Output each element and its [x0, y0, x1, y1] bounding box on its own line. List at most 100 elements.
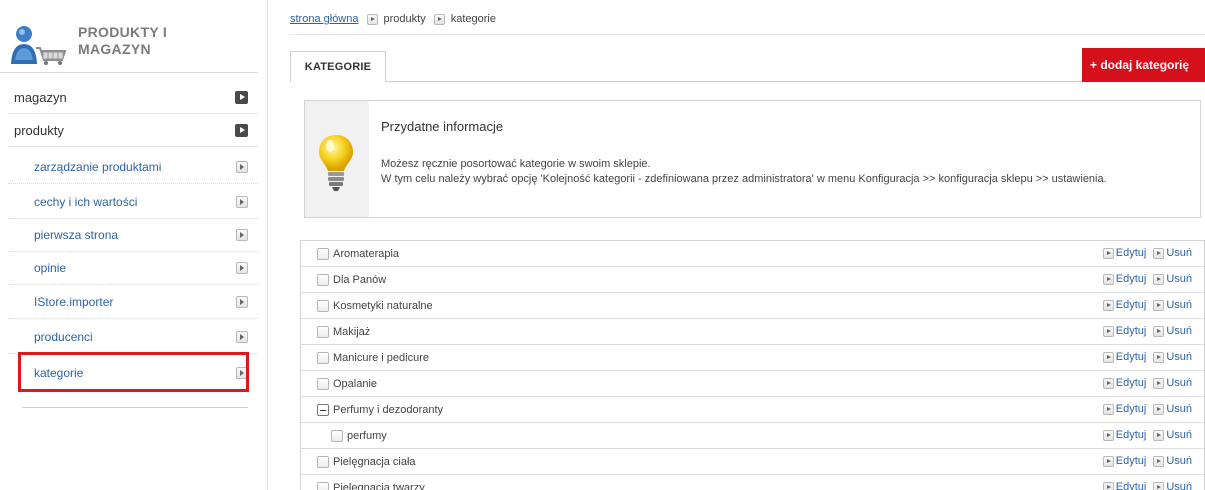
expand-checkbox[interactable]	[317, 351, 329, 364]
sidebar-item-magazyn[interactable]: magazyn	[8, 81, 258, 114]
play-light-icon	[1153, 247, 1165, 259]
play-light-icon	[1102, 299, 1114, 311]
info-line2: W tym celu należy wybrać opcję 'Kolejnoś…	[381, 173, 1107, 185]
sidebar: PRODUKTY I MAGAZYN magazyn produkty zarz…	[0, 0, 268, 490]
play-light-icon	[236, 196, 248, 208]
category-name: Kosmetyki naturalne	[333, 299, 433, 312]
play-light-icon	[1102, 455, 1114, 467]
delete-link[interactable]: Usuń	[1153, 273, 1192, 285]
delete-link[interactable]: Usuń	[1153, 403, 1192, 415]
play-light-icon	[1153, 429, 1165, 441]
delete-link[interactable]: Usuń	[1153, 351, 1192, 363]
expand-checkbox[interactable]	[317, 377, 329, 390]
delete-label: Usuń	[1166, 429, 1192, 441]
category-row: Manicure i pedicure Edytuj Usuń	[301, 345, 1204, 371]
play-light-icon	[1102, 325, 1114, 337]
category-name: Pielęgnacja ciała	[333, 455, 416, 468]
play-light-icon	[1153, 273, 1165, 285]
category-name: Perfumy i dezodoranty	[333, 403, 444, 416]
category-name: Pielęgnacja twarzy	[333, 481, 425, 490]
delete-link[interactable]: Usuń	[1153, 299, 1192, 311]
category-name: Opalanie	[333, 377, 378, 390]
sidebar-item-cechy[interactable]: cechy i ich wartości	[8, 186, 258, 219]
play-light-icon	[366, 13, 378, 25]
sidebar-item-label: zarządzanie produktami	[34, 160, 162, 174]
category-row: Aromaterapia Edytuj Usuń	[301, 241, 1204, 267]
play-light-icon	[236, 331, 248, 343]
sidebar-item-producenci[interactable]: producenci	[8, 321, 258, 354]
edit-link[interactable]: Edytuj	[1102, 325, 1146, 337]
delete-link[interactable]: Usuń	[1153, 325, 1192, 337]
edit-link[interactable]: Edytuj	[1102, 481, 1147, 490]
breadcrumb-home-link[interactable]: strona główna	[290, 13, 359, 25]
edit-label: Edytuj	[1115, 455, 1147, 467]
add-category-button[interactable]: + dodaj kategorię	[1082, 48, 1205, 82]
play-light-icon	[1102, 247, 1114, 259]
play-light-icon	[1102, 273, 1114, 285]
edit-link[interactable]: Edytuj	[1102, 455, 1147, 467]
edit-link[interactable]: Edytuj	[1102, 299, 1147, 311]
row-actions: Edytuj Usuń	[1096, 403, 1192, 415]
play-light-icon	[236, 229, 248, 241]
breadcrumb-level2: kategorie	[450, 13, 496, 25]
delete-label: Usuń	[1166, 455, 1192, 467]
row-actions: Edytuj Usuń	[1096, 273, 1192, 285]
row-actions: Edytuj Usuń	[1096, 351, 1192, 363]
sidebar-header: PRODUKTY I MAGAZYN	[0, 0, 258, 73]
play-light-icon	[236, 161, 248, 173]
delete-link[interactable]: Usuń	[1153, 429, 1192, 441]
sidebar-item-pierwsza-strona[interactable]: pierwsza strona	[8, 219, 258, 252]
expand-checkbox[interactable]	[317, 325, 329, 338]
play-light-icon	[1153, 377, 1165, 389]
breadcrumb: strona główna produkty kategorie	[290, 13, 496, 25]
delete-link[interactable]: Usuń	[1153, 377, 1192, 389]
category-name: Manicure i pedicure	[333, 351, 429, 364]
edit-link[interactable]: Edytuj	[1102, 377, 1147, 389]
delete-link[interactable]: Usuń	[1153, 481, 1192, 490]
sidebar-item-opinie[interactable]: opinie	[8, 252, 258, 285]
expand-checkbox[interactable]	[317, 299, 329, 312]
edit-label: Edytuj	[1115, 377, 1147, 389]
edit-label: Edytuj	[1115, 273, 1147, 285]
edit-label: Edytuj	[1115, 299, 1147, 311]
edit-link[interactable]: Edytuj	[1102, 429, 1146, 441]
category-row: Pielęgnacja ciała Edytuj Usuń	[301, 449, 1204, 475]
edit-link[interactable]: Edytuj	[1102, 351, 1146, 363]
tab-kategorie[interactable]: KATEGORIE	[290, 51, 386, 82]
sidebar-item-zarzadzanie-produktami[interactable]: zarządzanie produktami	[8, 151, 258, 184]
play-light-icon	[1153, 299, 1165, 311]
play-light-icon	[433, 13, 445, 25]
delete-link[interactable]: Usuń	[1153, 455, 1192, 467]
sidebar-item-istore-importer[interactable]: IStore.importer	[8, 286, 258, 319]
play-light-icon	[1153, 455, 1165, 467]
expand-checkbox[interactable]	[317, 247, 329, 260]
edit-label: Edytuj	[1115, 481, 1147, 490]
row-actions: Edytuj Usuń	[1096, 247, 1192, 259]
expand-checkbox[interactable]	[317, 481, 329, 490]
category-list: Aromaterapia Edytuj Usuń Dla Panów Edytu…	[300, 240, 1205, 490]
sidebar-item-label: pierwsza strona	[34, 228, 119, 242]
category-name: perfumy	[347, 429, 387, 442]
collapse-toggle[interactable]	[317, 403, 329, 416]
category-row: Opalanie Edytuj Usuń	[301, 371, 1204, 397]
delete-label: Usuń	[1166, 299, 1192, 311]
category-name: Dla Panów	[333, 273, 387, 286]
tab-divider	[290, 81, 1205, 82]
play-light-icon	[1102, 481, 1114, 490]
edit-link[interactable]: Edytuj	[1102, 273, 1147, 285]
expand-checkbox[interactable]	[317, 273, 329, 286]
delete-label: Usuń	[1166, 403, 1192, 415]
sidebar-item-label: IStore.importer	[34, 295, 114, 309]
sidebar-item-produkty[interactable]: produkty	[8, 114, 258, 147]
row-actions: Edytuj Usuń	[1096, 325, 1192, 337]
edit-link[interactable]: Edytuj	[1102, 403, 1146, 415]
play-light-icon	[1102, 429, 1114, 441]
delete-label: Usuń	[1166, 377, 1192, 389]
info-title: Przydatne informacje	[381, 119, 504, 134]
delete-link[interactable]: Usuń	[1153, 247, 1192, 259]
expand-checkbox[interactable]	[317, 455, 329, 468]
edit-link[interactable]: Edytuj	[1102, 247, 1146, 259]
breadcrumb-divider	[290, 34, 1205, 35]
expand-checkbox[interactable]	[331, 429, 343, 442]
delete-label: Usuń	[1166, 351, 1192, 363]
